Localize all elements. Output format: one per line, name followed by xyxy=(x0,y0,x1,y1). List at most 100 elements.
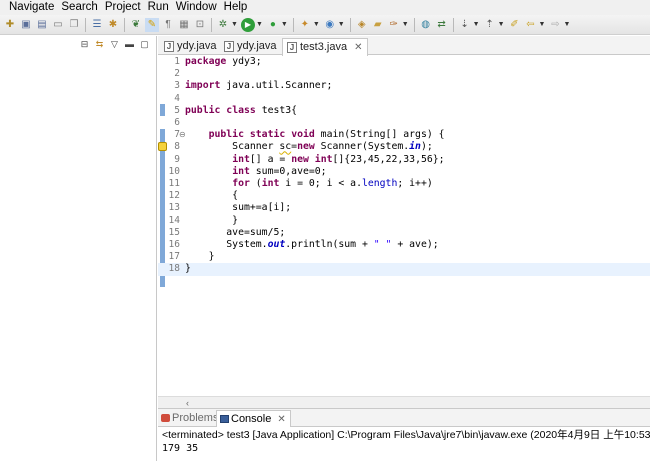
toggle-mark-icon[interactable]: ✱ xyxy=(106,18,120,32)
dropdown-arrow-icon[interactable]: ▼ xyxy=(313,21,320,28)
forward-icon[interactable]: ⇨ xyxy=(548,18,562,32)
code-line[interactable]: 5 public class test3{ xyxy=(158,105,650,117)
dropdown-arrow-icon[interactable]: ▼ xyxy=(539,21,546,28)
tab-ydy-java-2[interactable]: ydy.java xyxy=(220,38,281,55)
toolbar-separator xyxy=(85,17,86,32)
save-all-icon[interactable]: ▤ xyxy=(35,18,49,32)
debug-icon[interactable]: ✲ xyxy=(216,18,230,32)
new-package-icon[interactable]: ✦ xyxy=(298,18,312,32)
toggle-block-icon[interactable]: ☰ xyxy=(90,18,104,32)
code-line[interactable]: 2 xyxy=(158,68,650,80)
menu-navigate[interactable]: Navigate xyxy=(6,0,58,15)
code-line[interactable]: 8 Scanner sc=new Scanner(System.in); xyxy=(158,141,650,153)
tab-console[interactable]: Console ✕ xyxy=(216,410,291,427)
line-number: 14 xyxy=(168,214,180,226)
external-tools-icon[interactable]: ● xyxy=(266,18,280,32)
link-with-editor-icon[interactable]: ⇆ xyxy=(94,39,105,50)
package-explorer-tools: ⊟ ⇆ ▽ ▬ ▢ xyxy=(79,39,150,50)
code-line[interactable]: 6 xyxy=(158,117,650,129)
run-icon[interactable]: ▶ xyxy=(240,17,255,32)
code-editor[interactable]: 1 package ydy3; 2 3 import java.util.Scanner… xyxy=(158,56,650,396)
last-edit-icon[interactable]: ✐ xyxy=(508,18,522,32)
code-text: } xyxy=(185,214,239,226)
show-whitespace-icon[interactable]: ¶ xyxy=(161,18,175,32)
close-tab-icon[interactable]: ✕ xyxy=(277,414,285,425)
menu-run[interactable]: Run xyxy=(145,0,173,15)
copy-icon[interactable]: ❐ xyxy=(67,18,81,32)
open-type-icon[interactable]: ◈ xyxy=(355,18,369,32)
maximize-icon[interactable]: ▢ xyxy=(139,39,150,50)
dropdown-arrow-icon[interactable]: ▼ xyxy=(402,21,409,28)
line-number: 17 xyxy=(168,251,180,263)
open-folder-icon[interactable]: ▰ xyxy=(371,18,385,32)
collapse-all-icon[interactable]: ⊟ xyxy=(79,39,90,50)
menu-project[interactable]: Project xyxy=(102,0,145,15)
code-line[interactable]: 4 xyxy=(158,93,650,105)
menu-help[interactable]: Help xyxy=(221,0,252,15)
menu-search[interactable]: Search xyxy=(58,0,101,15)
save-icon[interactable]: ▣ xyxy=(19,18,33,32)
dropdown-arrow-icon[interactable]: ▼ xyxy=(473,21,480,28)
console-output[interactable]: 179 35 xyxy=(162,442,198,455)
code-text: package ydy3; xyxy=(185,56,262,67)
code-text: int[] a = new int[]{23,45,22,33,56}; xyxy=(232,153,445,165)
code-line[interactable]: 18} xyxy=(158,263,650,276)
code-line[interactable]: 3 import java.util.Scanner; xyxy=(158,80,650,92)
warning-icon[interactable] xyxy=(158,142,167,152)
code-line[interactable]: 9 int[] a = new int[]{23,45,22,33,56}; xyxy=(158,154,650,166)
dropdown-arrow-icon[interactable]: ▼ xyxy=(498,21,505,28)
dropdown-arrow-icon[interactable]: ▼ xyxy=(256,21,263,28)
code-line[interactable]: 13 sum+=a[i]; xyxy=(158,202,650,214)
dropdown-arrow-icon[interactable]: ▼ xyxy=(281,21,288,28)
minimize-icon[interactable]: ▬ xyxy=(124,39,135,50)
tab-ydy-java-1[interactable]: ydy.java xyxy=(160,38,221,55)
tab-test3-java[interactable]: test3.java ✕ xyxy=(282,38,368,56)
line-number: 12 xyxy=(168,190,180,202)
new-icon[interactable]: ✚ xyxy=(3,18,17,32)
code-text: Scanner sc=new Scanner(System.in); xyxy=(185,141,433,153)
java-file-icon xyxy=(287,42,297,53)
code-line[interactable]: 1 package ydy3; xyxy=(158,56,650,68)
web-browser-icon[interactable]: ◍ xyxy=(419,18,433,32)
annotation-icon[interactable]: ⇄ xyxy=(435,18,449,32)
tab-problems[interactable]: Problems xyxy=(158,410,222,427)
code-line[interactable]: 10 int sum=0,ave=0; xyxy=(158,166,650,178)
close-tab-icon[interactable]: ✕ xyxy=(354,42,362,53)
new-class-icon[interactable]: ◉ xyxy=(323,18,337,32)
code-line[interactable]: 14 } xyxy=(158,215,650,227)
code-line[interactable]: 17 } xyxy=(158,251,650,263)
word-wrap-icon[interactable]: ⊡ xyxy=(193,18,207,32)
toolbar-separator xyxy=(211,17,212,32)
line-number: 9 xyxy=(174,153,180,165)
line-number: 7 xyxy=(174,129,180,141)
tab-label: ydy.java xyxy=(237,40,277,52)
dropdown-arrow-icon[interactable]: ▼ xyxy=(563,21,570,28)
package-explorer: ⊟ ⇆ ▽ ▬ ▢ xyxy=(0,36,157,461)
view-menu-icon[interactable]: ▽ xyxy=(109,39,120,50)
previous-annotation-icon[interactable]: ⇡ xyxy=(483,18,497,32)
code-text: { xyxy=(185,190,239,202)
line-number: 8 xyxy=(174,141,180,153)
code-line[interactable]: 16 System.out.println(sum + " " + ave); xyxy=(158,239,650,251)
code-line[interactable]: 12 { xyxy=(158,190,650,202)
back-icon[interactable]: ⇦ xyxy=(524,18,538,32)
code-line[interactable]: 11 for (int i = 0; i < a.length; i++) xyxy=(158,178,650,190)
print-icon[interactable]: ▭ xyxy=(51,18,65,32)
code-line[interactable]: 15 ave=sum/5; xyxy=(158,227,650,239)
highlight-icon[interactable]: ✎ xyxy=(145,17,159,32)
code-line[interactable]: 7 ⊖ public static void main(String[] args… xyxy=(158,129,650,141)
line-number: 18 xyxy=(168,263,180,275)
dropdown-arrow-icon[interactable]: ▼ xyxy=(338,21,345,28)
next-annotation-icon[interactable]: ⇣ xyxy=(458,18,472,32)
menu-window[interactable]: Window xyxy=(173,0,221,15)
tab-label: test3.java xyxy=(300,41,348,53)
block-select-icon[interactable]: ▦ xyxy=(177,18,191,32)
search-icon[interactable]: ✑ xyxy=(387,18,401,32)
line-number: 15 xyxy=(168,226,180,238)
dropdown-arrow-icon[interactable]: ▼ xyxy=(231,21,238,28)
console-status: <terminated> test3 [Java Application] C:… xyxy=(162,429,650,441)
line-number: 10 xyxy=(168,165,180,177)
tab-label: Console xyxy=(231,413,272,425)
horizontal-scrollbar[interactable]: ‹ xyxy=(158,396,650,408)
pin-icon[interactable]: ❦ xyxy=(129,18,143,32)
